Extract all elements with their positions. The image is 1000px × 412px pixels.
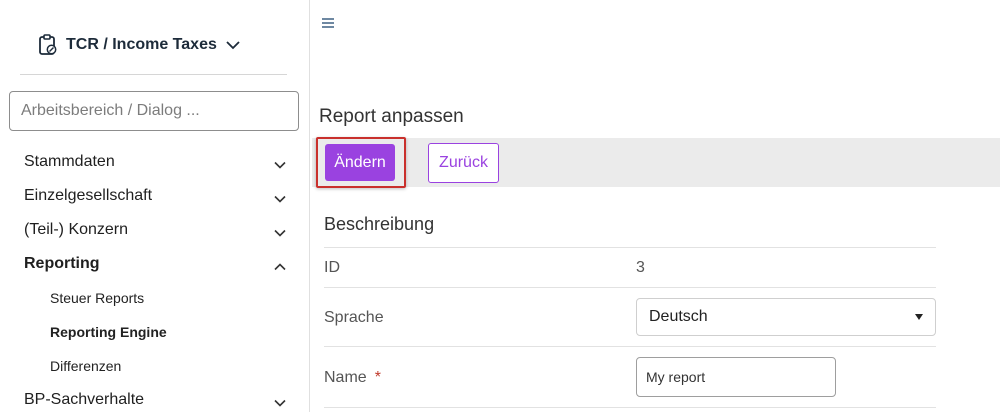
chevron-down-icon — [274, 156, 286, 174]
sidebar-item-reporting[interactable]: Reporting — [0, 247, 310, 281]
toolbar: Ändern Zurück — [312, 137, 1000, 188]
name-label-text: Name — [324, 369, 367, 386]
sidebar-item-label: (Teil-) Konzern — [24, 221, 129, 238]
chevron-down-icon — [274, 190, 286, 208]
hamburger-menu-icon[interactable] — [320, 16, 336, 35]
id-label: ID — [324, 259, 340, 276]
chevron-down-icon — [274, 394, 286, 412]
sidebar-nav: Stammdaten Einzelgesellschaft (Teil-) Ko… — [0, 145, 310, 412]
sidebar-item-label: Reporting — [24, 255, 100, 272]
sidebar-subitem-label: Differenzen — [50, 358, 122, 374]
chevron-down-icon — [225, 40, 241, 50]
sidebar-subitem-differenzen[interactable]: Differenzen — [0, 349, 310, 383]
sidebar-item-label: Einzelgesellschaft — [24, 187, 153, 204]
id-value: 3 — [636, 259, 645, 276]
language-select-value: Deutsch — [649, 308, 708, 325]
back-button[interactable]: Zurück — [428, 143, 499, 183]
divider — [324, 287, 936, 288]
divider — [324, 407, 936, 408]
sidebar-item-einzelgesellschaft[interactable]: Einzelgesellschaft — [0, 179, 310, 213]
chevron-down-icon — [274, 224, 286, 242]
page-title: Report anpassen — [319, 106, 464, 127]
sidebar-item-label: Stammdaten — [24, 153, 115, 170]
sidebar: TCR / Income Taxes Stammdaten Einzelgese… — [0, 0, 310, 412]
clipboard-icon — [38, 34, 58, 56]
sidebar-subitem-label: Steuer Reports — [50, 290, 145, 306]
language-label: Sprache — [324, 309, 384, 326]
section-title: Beschreibung — [324, 214, 435, 234]
sidebar-subitem-reporting-engine[interactable]: Reporting Engine — [0, 315, 310, 349]
sidebar-item-stammdaten[interactable]: Stammdaten — [0, 145, 310, 179]
sidebar-item-bp-sachverhalte[interactable]: BP-Sachverhalte — [0, 383, 310, 412]
caret-down-icon — [915, 314, 923, 320]
name-input[interactable] — [636, 357, 836, 397]
search-input[interactable] — [9, 91, 299, 131]
sidebar-subitem-label: Reporting Engine — [50, 324, 167, 340]
required-mark: * — [374, 369, 381, 386]
aendern-button[interactable]: Ändern — [325, 144, 395, 181]
sidebar-subitem-steuer-reports[interactable]: Steuer Reports — [0, 281, 310, 315]
divider — [324, 346, 936, 347]
sidebar-item-konzern[interactable]: (Teil-) Konzern — [0, 213, 310, 247]
chevron-up-icon — [274, 258, 286, 276]
sidebar-item-label: BP-Sachverhalte — [24, 391, 145, 408]
name-label: Name * — [324, 369, 381, 387]
language-select[interactable]: Deutsch — [636, 298, 936, 336]
workspace-title: TCR / Income Taxes — [66, 36, 217, 53]
divider — [324, 247, 936, 248]
workspace-selector[interactable]: TCR / Income Taxes — [38, 34, 241, 56]
divider — [20, 74, 287, 75]
app-root: TCR / Income Taxes Stammdaten Einzelgese… — [0, 0, 1000, 412]
